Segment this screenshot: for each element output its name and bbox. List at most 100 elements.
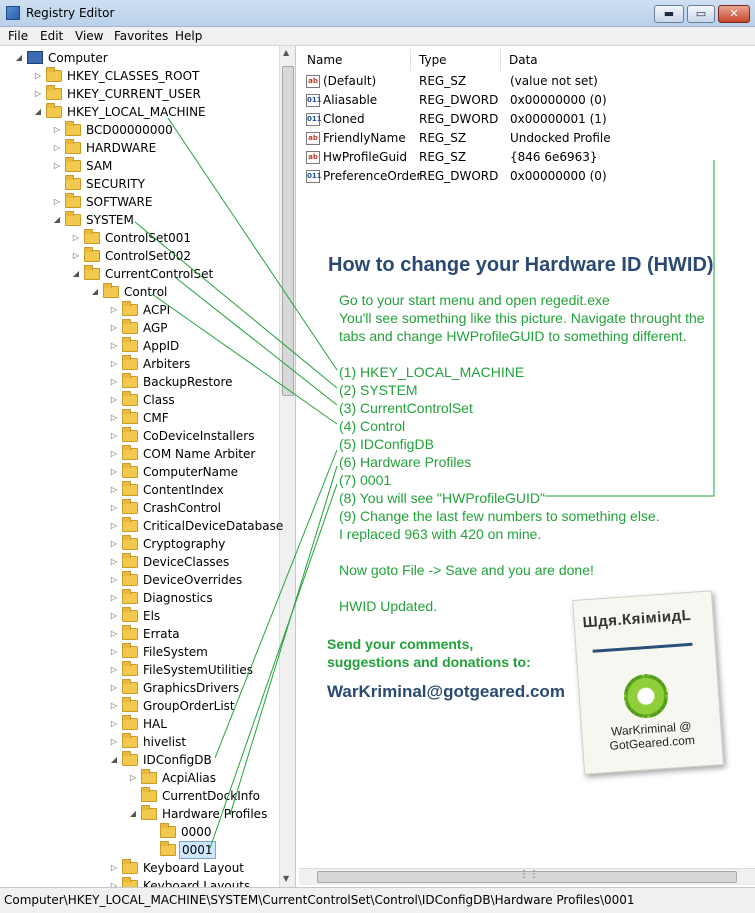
collapse-arrow-icon[interactable]: ◢ [14, 49, 24, 67]
tree-node-appid[interactable]: ▷ AppID [0, 337, 279, 355]
tree-node-arbiters[interactable]: ▷ Arbiters [0, 355, 279, 373]
tree-node-system[interactable]: ◢ SYSTEM [0, 211, 279, 229]
expand-arrow-icon[interactable]: ▷ [109, 607, 119, 625]
tree-node-0001[interactable]: 0001 [0, 841, 279, 859]
expand-arrow-icon[interactable]: ▷ [71, 229, 81, 247]
expand-arrow-icon[interactable]: ▷ [109, 517, 119, 535]
tree-node-0000[interactable]: 0000 [0, 823, 279, 841]
expand-arrow-icon[interactable]: ▷ [109, 661, 119, 679]
tree-node-filesystem[interactable]: ▷ FileSystem [0, 643, 279, 661]
tree-node-controlset001[interactable]: ▷ ControlSet001 [0, 229, 279, 247]
tree-node-hardware[interactable]: ▷ HARDWARE [0, 139, 279, 157]
tree-node-currentdockinfo[interactable]: CurrentDockInfo [0, 787, 279, 805]
tree-node-idconfigdb[interactable]: ◢ IDConfigDB [0, 751, 279, 769]
value-row[interactable]: ab FriendlyName REG_SZ Undocked Profile [299, 129, 755, 148]
tree-node-cryptography[interactable]: ▷ Cryptography [0, 535, 279, 553]
collapse-arrow-icon[interactable]: ◢ [109, 751, 119, 769]
expand-arrow-icon[interactable]: ▷ [109, 877, 119, 887]
collapse-arrow-icon[interactable]: ◢ [128, 805, 138, 823]
tree-node-acpialias[interactable]: ▷ AcpiAlias [0, 769, 279, 787]
menu-view[interactable]: View [75, 29, 103, 43]
value-row[interactable]: ab (Default) REG_SZ (value not set) [299, 72, 755, 91]
scroll-up-icon[interactable]: ▲ [283, 48, 289, 57]
expand-arrow-icon[interactable]: ▷ [52, 193, 62, 211]
expand-arrow-icon[interactable]: ▷ [109, 373, 119, 391]
tree-node-hkey-current-user[interactable]: ▷ HKEY_CURRENT_USER [0, 85, 279, 103]
scroll-thumb[interactable] [282, 66, 294, 396]
tree-node-deviceoverrides[interactable]: ▷ DeviceOverrides [0, 571, 279, 589]
expand-arrow-icon[interactable]: ▷ [109, 301, 119, 319]
tree-node-hkey-classes-root[interactable]: ▷ HKEY_CLASSES_ROOT [0, 67, 279, 85]
maximize-button[interactable]: ▭ [687, 5, 715, 23]
expand-arrow-icon[interactable]: ▷ [109, 643, 119, 661]
expand-arrow-icon[interactable]: ▷ [109, 391, 119, 409]
column-header-type[interactable]: Type [411, 49, 501, 71]
scroll-down-icon[interactable]: ▼ [283, 874, 289, 883]
expand-arrow-icon[interactable]: ▷ [109, 679, 119, 697]
value-row[interactable]: 011 Aliasable REG_DWORD 0x00000000 (0) [299, 91, 755, 110]
column-header-data[interactable]: Data [501, 49, 755, 71]
expand-arrow-icon[interactable]: ▷ [109, 625, 119, 643]
tree-node-keyboard-layouts[interactable]: ▷ Keyboard Layouts [0, 877, 279, 887]
tree-node-class[interactable]: ▷ Class [0, 391, 279, 409]
expand-arrow-icon[interactable]: ▷ [109, 859, 119, 877]
menu-edit[interactable]: Edit [40, 29, 63, 43]
tree-node-acpi[interactable]: ▷ ACPI [0, 301, 279, 319]
tree-node-control[interactable]: ◢ Control [0, 283, 279, 301]
tree-node-security[interactable]: SECURITY [0, 175, 279, 193]
expand-arrow-icon[interactable]: ▷ [109, 427, 119, 445]
values-horizontal-scrollbar[interactable]: ⋮⋮ [299, 868, 755, 885]
expand-arrow-icon[interactable]: ▷ [33, 67, 43, 85]
tree-node-com-name-arbiter[interactable]: ▷ COM Name Arbiter [0, 445, 279, 463]
expand-arrow-icon[interactable]: ▷ [109, 535, 119, 553]
tree-node-cmf[interactable]: ▷ CMF [0, 409, 279, 427]
expand-arrow-icon[interactable]: ▷ [109, 409, 119, 427]
collapse-arrow-icon[interactable]: ◢ [71, 265, 81, 283]
tree-node-software[interactable]: ▷ SOFTWARE [0, 193, 279, 211]
expand-arrow-icon[interactable]: ▷ [128, 769, 138, 787]
value-row[interactable]: ab HwProfileGuid REG_SZ {846 6e6963} [299, 148, 755, 167]
tree-node-backuprestore[interactable]: ▷ BackupRestore [0, 373, 279, 391]
expand-arrow-icon[interactable]: ▷ [52, 121, 62, 139]
expand-arrow-icon[interactable]: ▷ [109, 445, 119, 463]
value-row[interactable]: 011 PreferenceOrder REG_DWORD 0x00000000 (0… [299, 167, 755, 186]
expand-arrow-icon[interactable]: ▷ [109, 481, 119, 499]
tree-node-agp[interactable]: ▷ AGP [0, 319, 279, 337]
tree-node-errata[interactable]: ▷ Errata [0, 625, 279, 643]
collapse-arrow-icon[interactable]: ◢ [90, 283, 100, 301]
tree-node-hal[interactable]: ▷ HAL [0, 715, 279, 733]
tree-node-crashcontrol[interactable]: ▷ CrashControl [0, 499, 279, 517]
expand-arrow-icon[interactable]: ▷ [109, 589, 119, 607]
collapse-arrow-icon[interactable]: ◢ [52, 211, 62, 229]
expand-arrow-icon[interactable]: ▷ [109, 499, 119, 517]
expand-arrow-icon[interactable]: ▷ [109, 463, 119, 481]
menu-help[interactable]: Help [175, 29, 202, 43]
collapse-arrow-icon[interactable]: ◢ [33, 103, 43, 121]
tree-node-keyboard-layout[interactable]: ▷ Keyboard Layout [0, 859, 279, 877]
value-row[interactable]: 011 Cloned REG_DWORD 0x00000001 (1) [299, 110, 755, 129]
expand-arrow-icon[interactable]: ▷ [109, 715, 119, 733]
expand-arrow-icon[interactable]: ▷ [109, 553, 119, 571]
tree-node-controlset002[interactable]: ▷ ControlSet002 [0, 247, 279, 265]
tree-node-computer[interactable]: ◢ Computer [0, 49, 279, 67]
close-button[interactable]: ✕ [718, 5, 750, 23]
tree-node-hkey-local-machine[interactable]: ◢ HKEY_LOCAL_MACHINE [0, 103, 279, 121]
tree-node-els[interactable]: ▷ Els [0, 607, 279, 625]
tree-node-hardware-profiles[interactable]: ◢ Hardware Profiles [0, 805, 279, 823]
registry-tree[interactable]: ▲ ▼ ◢ Computer ▷ HKEY_CLASSES_ROOT ▷ HKEY_CUR… [0, 46, 296, 887]
expand-arrow-icon[interactable]: ▷ [52, 139, 62, 157]
tree-node-deviceclasses[interactable]: ▷ DeviceClasses [0, 553, 279, 571]
expand-arrow-icon[interactable]: ▷ [109, 571, 119, 589]
expand-arrow-icon[interactable]: ▷ [109, 733, 119, 751]
expand-arrow-icon[interactable]: ▷ [109, 355, 119, 373]
tree-node-diagnostics[interactable]: ▷ Diagnostics [0, 589, 279, 607]
menu-file[interactable]: File [8, 29, 28, 43]
tree-node-bcd00000000[interactable]: ▷ BCD00000000 [0, 121, 279, 139]
tree-node-sam[interactable]: ▷ SAM [0, 157, 279, 175]
tree-node-currentcontrolset[interactable]: ◢ CurrentControlSet [0, 265, 279, 283]
expand-arrow-icon[interactable]: ▷ [71, 247, 81, 265]
tree-node-hivelist[interactable]: ▷ hivelist [0, 733, 279, 751]
tree-vertical-scrollbar[interactable]: ▲ ▼ [279, 46, 295, 887]
minimize-button[interactable]: ▬ [654, 5, 684, 23]
tree-node-criticaldevicedatabase[interactable]: ▷ CriticalDeviceDatabase [0, 517, 283, 535]
